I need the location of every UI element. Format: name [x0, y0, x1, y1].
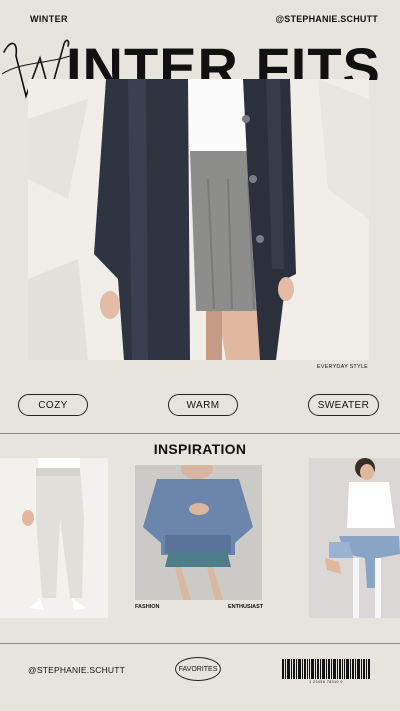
- caption-fashion: FASHION: [135, 604, 160, 610]
- barcode-icon: [282, 659, 370, 679]
- tag-cozy[interactable]: COZY: [18, 394, 88, 416]
- hero-caption: EVERYDAY STYLE: [316, 364, 368, 370]
- favorites-button[interactable]: FAVORITES: [175, 657, 221, 681]
- divider-bottom: [0, 643, 400, 644]
- caption-enthusiast: ENTHUSIAST: [228, 604, 264, 610]
- inspiration-photo-sweater[interactable]: [135, 465, 262, 600]
- inspiration-photo-sweatpants[interactable]: [0, 458, 108, 618]
- footer-handle[interactable]: @STEPHANIE.SCHUTT: [28, 665, 125, 675]
- section-title-inspiration: INSPIRATION: [153, 441, 247, 457]
- header-handle[interactable]: @STEPHANIE.SCHUTT: [275, 14, 378, 24]
- title-wrap: INTER FITS: [66, 40, 400, 80]
- divider-top: [0, 433, 400, 434]
- page-title: INTER FITS: [66, 40, 381, 80]
- barcode-number: 1 23456 78910 9: [309, 680, 343, 684]
- hero-photo: [28, 79, 369, 360]
- header-left-label: WINTER: [30, 14, 68, 24]
- title-initial-text: W: [0, 34, 1, 35]
- tag-sweater[interactable]: SWEATER: [308, 394, 379, 416]
- inspiration-photo-jeans[interactable]: [309, 458, 400, 618]
- tag-warm[interactable]: WARM: [168, 394, 238, 416]
